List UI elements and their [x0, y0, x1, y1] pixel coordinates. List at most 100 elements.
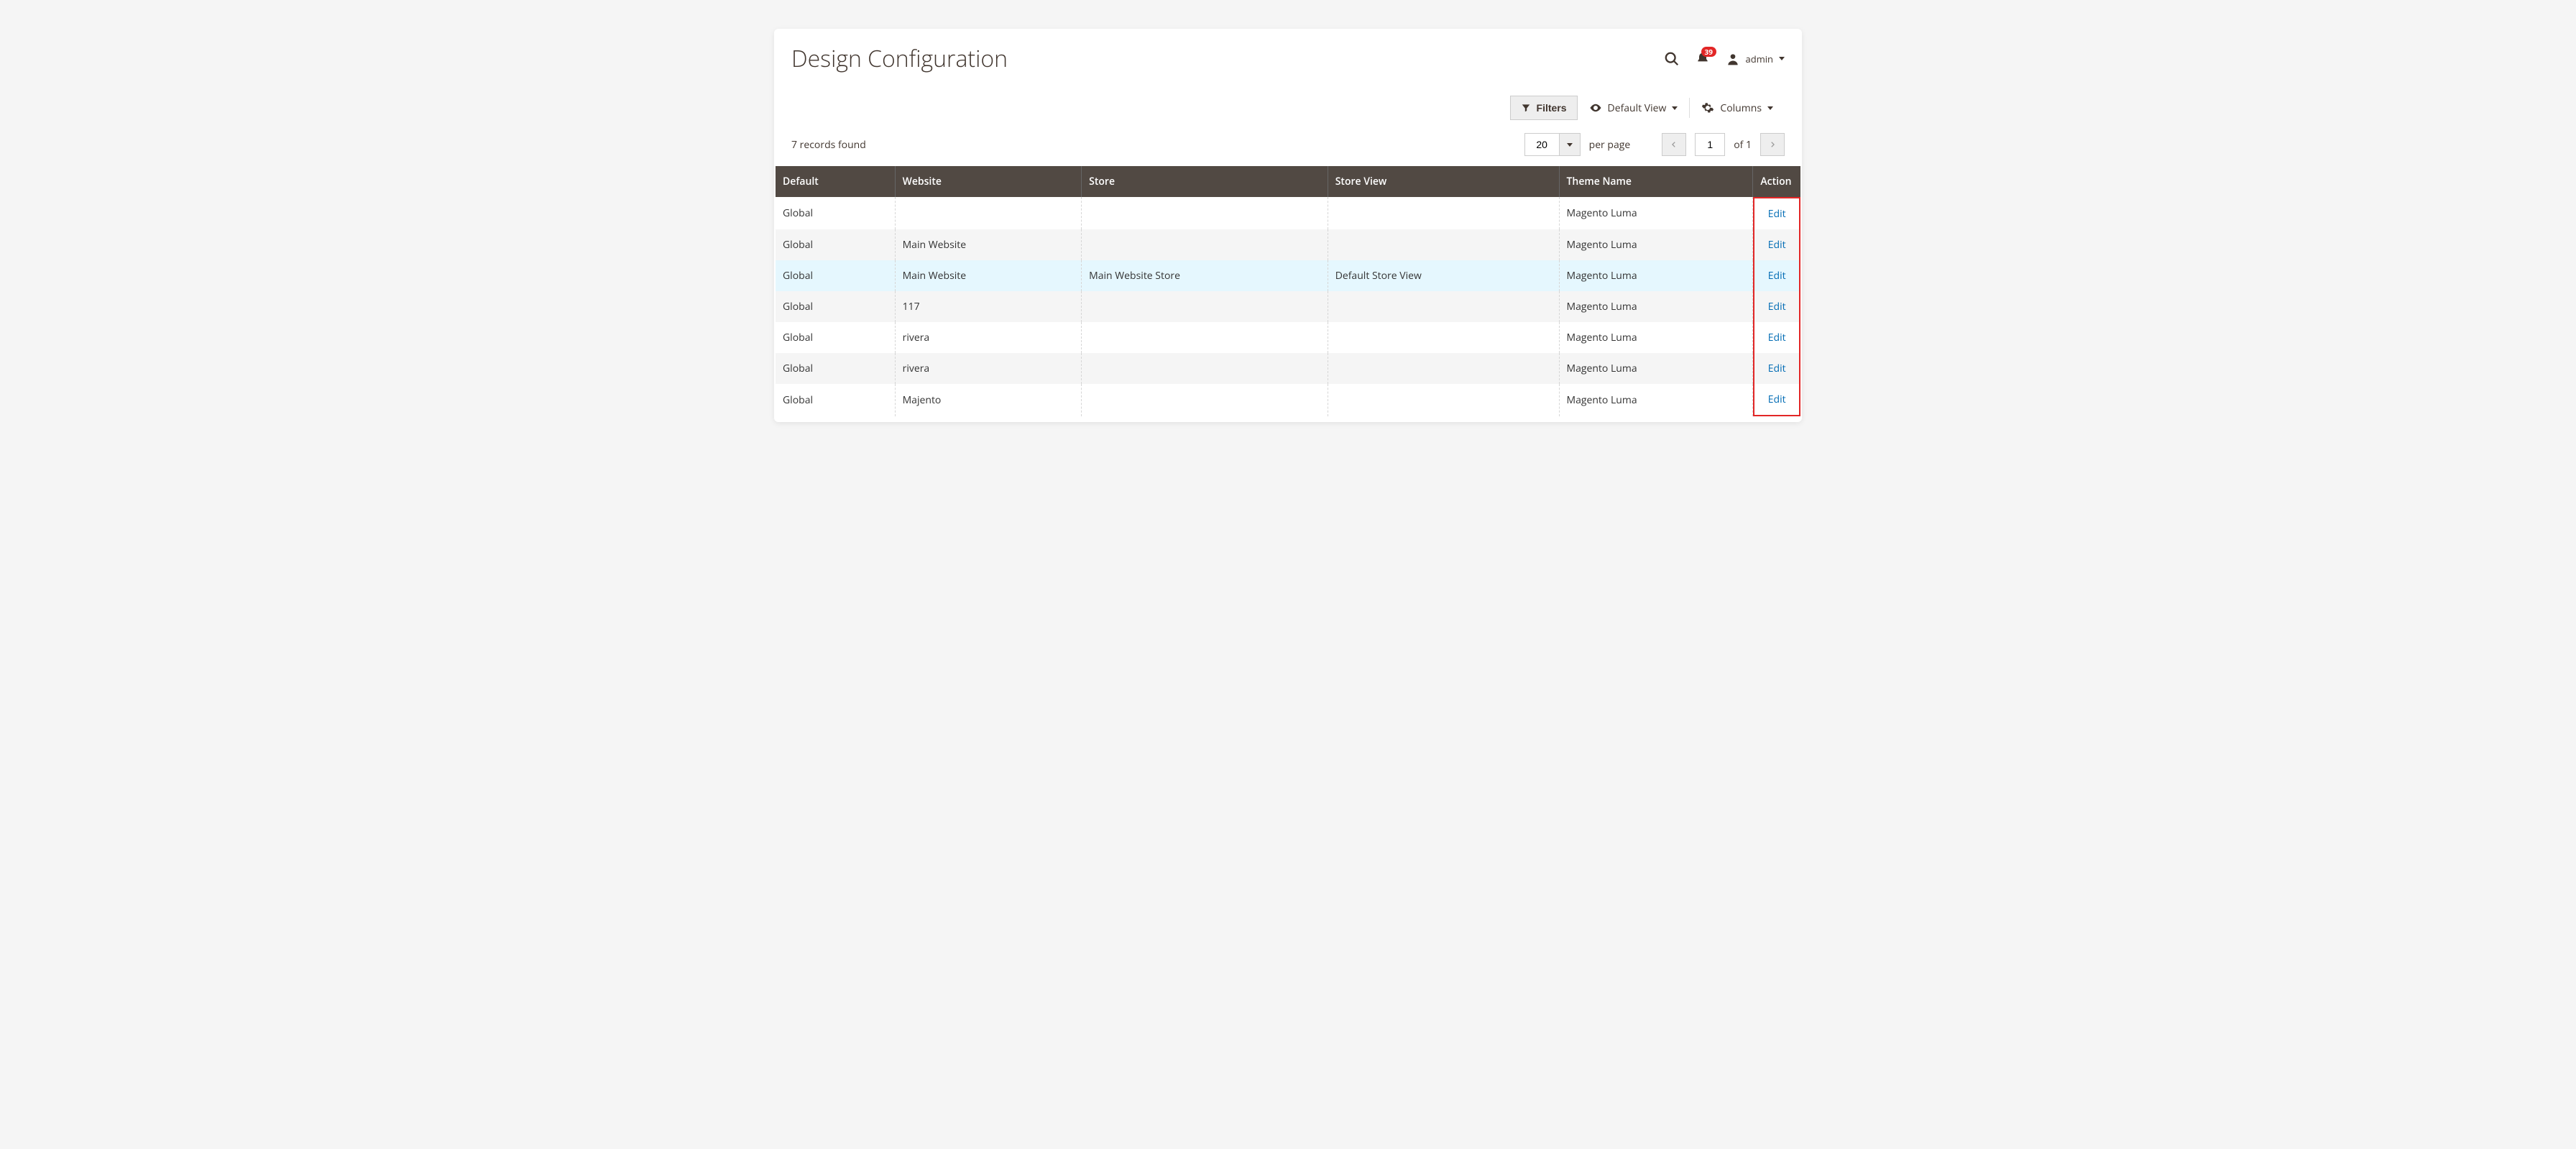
cell-theme: Magento Luma [1559, 291, 1753, 322]
per-page-select [1524, 133, 1581, 156]
cell-store [1082, 322, 1328, 353]
cell-website: 117 [895, 291, 1082, 322]
col-header-store[interactable]: Store [1082, 166, 1328, 197]
col-header-storeview[interactable]: Store View [1328, 166, 1559, 197]
cell-store_view [1328, 229, 1559, 260]
notifications-icon[interactable]: 39 [1696, 52, 1710, 66]
cell-website [895, 197, 1082, 229]
columns-dropdown[interactable]: Columns [1690, 101, 1785, 115]
filters-button[interactable]: Filters [1510, 96, 1578, 120]
cell-action: Edit [1753, 291, 1800, 322]
design-config-table: Default Website Store Store View Theme N… [776, 166, 1800, 416]
edit-link[interactable]: Edit [1757, 393, 1796, 406]
funnel-icon [1521, 103, 1531, 113]
cell-default: Global [776, 322, 895, 353]
cell-store: Main Website Store [1082, 260, 1328, 291]
cell-store_view [1328, 291, 1559, 322]
cell-default: Global [776, 229, 895, 260]
cell-store [1082, 384, 1328, 416]
edit-link[interactable]: Edit [1757, 300, 1796, 313]
eye-icon [1589, 101, 1602, 114]
user-icon [1726, 52, 1740, 66]
records-found-text: 7 records found [791, 138, 866, 152]
cell-theme: Magento Luma [1559, 353, 1753, 384]
table-header-row: Default Website Store Store View Theme N… [776, 166, 1800, 197]
edit-link[interactable]: Edit [1757, 269, 1796, 283]
prev-page-button[interactable] [1662, 133, 1686, 156]
cell-store [1082, 197, 1328, 229]
table-body: GlobalMagento LumaEditGlobalMain Website… [776, 197, 1800, 416]
cell-theme: Magento Luma [1559, 229, 1753, 260]
cell-default: Global [776, 197, 895, 229]
col-header-website[interactable]: Website [895, 166, 1082, 197]
cell-store [1082, 353, 1328, 384]
edit-link[interactable]: Edit [1757, 362, 1796, 375]
cell-website: rivera [895, 353, 1082, 384]
edit-link[interactable]: Edit [1757, 238, 1796, 252]
pager-controls: per page of 1 [1524, 133, 1785, 156]
cell-default: Global [776, 291, 895, 322]
edit-link[interactable]: Edit [1757, 331, 1796, 344]
table-row[interactable]: GlobalMain WebsiteMain Website StoreDefa… [776, 260, 1800, 291]
cell-store_view [1328, 353, 1559, 384]
cell-action: Edit [1753, 260, 1800, 291]
page-of-label: of 1 [1734, 138, 1752, 152]
header-row: Design Configuration 39 admin [774, 43, 1802, 96]
cell-website: rivera [895, 322, 1082, 353]
col-header-default[interactable]: Default [776, 166, 895, 197]
header-actions: 39 admin [1664, 51, 1785, 67]
cell-store [1082, 229, 1328, 260]
design-config-panel: Design Configuration 39 admin Filters De… [774, 29, 1802, 422]
cell-store_view: Default Store View [1328, 260, 1559, 291]
page-input[interactable] [1695, 133, 1725, 156]
cell-theme: Magento Luma [1559, 197, 1753, 229]
table-row[interactable]: Globalrivera Magento Luma Edit [776, 322, 1800, 353]
cell-action: Edit [1753, 197, 1800, 229]
cell-theme: Magento Luma [1559, 384, 1753, 416]
page-title: Design Configuration [791, 43, 1008, 74]
cell-default: Global [776, 260, 895, 291]
per-page-label: per page [1589, 138, 1631, 152]
table-row[interactable]: Globalrivera Magento Luma Edit [776, 353, 1800, 384]
default-view-dropdown[interactable]: Default View [1578, 101, 1690, 115]
cell-store_view [1328, 322, 1559, 353]
cell-action: Edit [1753, 322, 1800, 353]
cell-default: Global [776, 353, 895, 384]
col-header-theme[interactable]: Theme Name [1559, 166, 1753, 197]
cell-website: Main Website [895, 229, 1082, 260]
cell-theme: Magento Luma [1559, 260, 1753, 291]
search-icon[interactable] [1664, 51, 1680, 67]
user-menu[interactable]: admin [1726, 52, 1785, 66]
cell-action: Edit [1753, 229, 1800, 260]
notifications-badge: 39 [1701, 47, 1716, 57]
pager-row: 7 records found per page of 1 [774, 133, 1802, 166]
gear-icon [1701, 101, 1714, 114]
filters-label: Filters [1537, 102, 1567, 114]
cell-store [1082, 291, 1328, 322]
cell-store_view [1328, 384, 1559, 416]
per-page-dropdown[interactable] [1559, 133, 1581, 156]
next-page-button[interactable] [1760, 133, 1785, 156]
chevron-right-icon [1769, 141, 1776, 148]
columns-label: Columns [1720, 101, 1762, 115]
chevron-down-icon [1672, 106, 1678, 110]
col-header-action: Action [1753, 166, 1800, 197]
chevron-down-icon [1779, 57, 1785, 60]
default-view-label: Default View [1608, 101, 1667, 115]
per-page-input[interactable] [1524, 133, 1559, 156]
cell-default: Global [776, 384, 895, 416]
cell-website: Main Website [895, 260, 1082, 291]
table-row[interactable]: GlobalMain Website Magento Luma Edit [776, 229, 1800, 260]
cell-theme: Magento Luma [1559, 322, 1753, 353]
table-row[interactable]: Global117 Magento Luma Edit [776, 291, 1800, 322]
table-row[interactable]: Global Magento Luma Edit [776, 197, 1800, 229]
table-row[interactable]: GlobalMajento Magento Luma Edit [776, 384, 1800, 416]
cell-action: Edit [1753, 353, 1800, 384]
toolbar-row: Filters Default View Columns [774, 96, 1802, 133]
username-label: admin [1746, 52, 1773, 65]
cell-website: Majento [895, 384, 1082, 416]
chevron-down-icon [1567, 143, 1573, 147]
edit-link[interactable]: Edit [1757, 207, 1796, 221]
chevron-left-icon [1670, 141, 1678, 148]
cell-action: Edit [1753, 384, 1800, 416]
